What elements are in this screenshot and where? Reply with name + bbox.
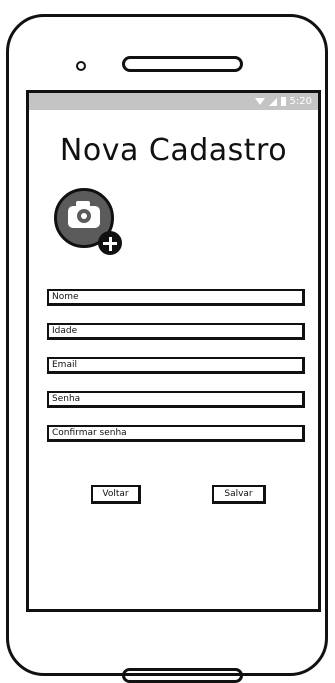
page-title: Nova Cadastro [59, 133, 288, 168]
add-photo-button[interactable] [54, 188, 124, 258]
camera-lens-inner [81, 213, 87, 219]
home-button[interactable] [122, 668, 243, 683]
confirm-password-field[interactable]: Confirmar senha [47, 425, 305, 442]
status-time: 5:20 [289, 96, 312, 107]
front-camera-dot [76, 61, 86, 71]
back-button[interactable]: Voltar [91, 485, 141, 504]
app-screen: 5:20 Nova Cadastro Nome Idade Email Senh… [26, 90, 321, 612]
name-field[interactable]: Nome [47, 289, 305, 306]
age-field[interactable]: Idade [47, 323, 305, 340]
battery-icon [280, 97, 286, 106]
signal-icon [268, 97, 277, 106]
wifi-icon [254, 98, 265, 105]
save-button[interactable]: Salvar [212, 485, 266, 504]
status-bar: 5:20 [29, 93, 318, 110]
plus-vertical [108, 236, 112, 251]
email-field[interactable]: Email [47, 357, 305, 374]
speaker-slot [122, 56, 243, 72]
password-field[interactable]: Senha [47, 391, 305, 408]
